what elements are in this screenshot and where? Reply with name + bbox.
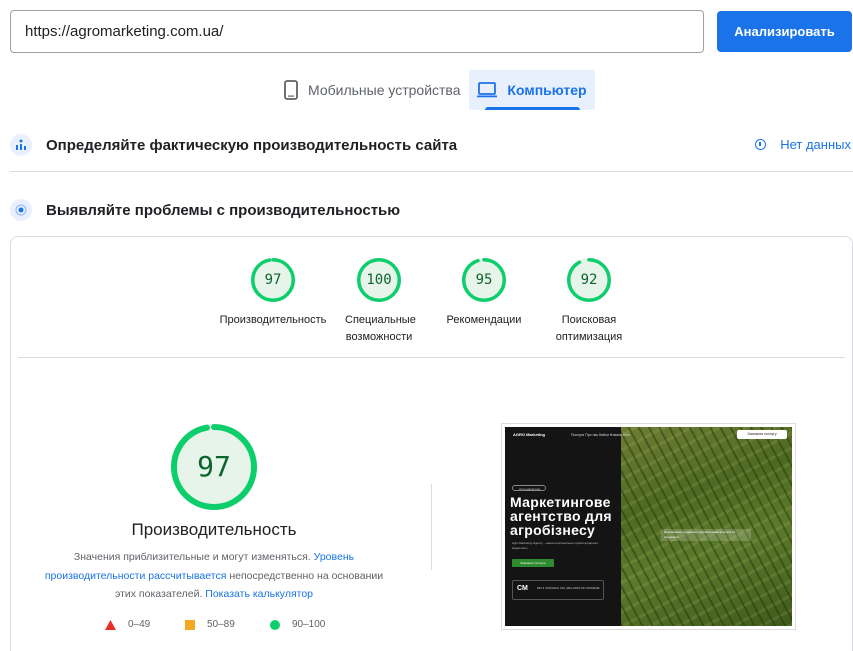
laptop-icon — [477, 82, 498, 98]
tab-mobile[interactable]: Мобильные устройства — [284, 70, 464, 110]
screenshot-headline: Маркетингове агентство для агробізнесу — [510, 494, 612, 538]
performance-description: Значения приблизительные и могут изменят… — [40, 548, 388, 604]
screenshot-nav-button: Замовити послугу — [737, 430, 787, 439]
screenshot-nav: AGRO Marketing Послуги Про нас Кейси Нов… — [505, 427, 792, 443]
lab-data-icon — [10, 199, 32, 221]
screenshot-badge-text: MH 3 VISCHIKU CM, MILLIONS OF UKRAINE — [537, 586, 600, 590]
analyze-button[interactable]: Анализировать — [717, 11, 852, 52]
field-data-title: Определяйте фактическую производительнос… — [46, 136, 458, 154]
no-data-label: Нет данных — [780, 137, 851, 152]
desc-text: Значения приблизительные и могут изменят… — [73, 551, 314, 563]
triangle-icon — [105, 619, 116, 630]
score-value: 92 — [580, 272, 598, 288]
tab-mobile-label: Мобильные устройства — [308, 82, 461, 98]
info-icon — [755, 139, 767, 150]
url-input[interactable] — [10, 10, 704, 53]
score-gauge-seo[interactable]: 92 Поисковая оптимизация — [529, 258, 649, 346]
lab-data-section[interactable]: Выявляйте проблемы с производительностью — [10, 192, 853, 228]
vertical-divider — [431, 484, 432, 570]
score-label: Поисковая оптимизация — [555, 314, 623, 343]
show-calculator-link[interactable]: Показать калькулятор — [205, 588, 313, 600]
legend-fail: 0–49 — [105, 619, 150, 630]
score-value: 95 — [475, 272, 493, 288]
square-icon — [185, 619, 195, 630]
lab-data-title: Выявляйте проблемы с производительностью — [46, 201, 401, 219]
screenshot-subtext: Agro Marketing Agency – ваша персональна… — [512, 541, 599, 550]
card-divider — [18, 357, 845, 358]
smartphone-icon — [284, 80, 298, 100]
circle-icon — [270, 619, 280, 630]
screenshot-logo: AGRO Marketing — [513, 432, 546, 437]
tab-selected-indicator — [485, 107, 580, 110]
field-data-section[interactable]: Определяйте фактическую производительнос… — [10, 127, 853, 163]
legend-range: 50–89 — [207, 619, 235, 630]
field-data-icon — [10, 134, 32, 156]
screenshot-badge-logo: CM — [517, 585, 528, 592]
tab-desktop-label: Компьютер — [507, 82, 587, 98]
screenshot-nav-links: Послуги Про нас Кейси Новини Блог — [571, 433, 631, 437]
legend-range: 90–100 — [292, 619, 326, 630]
legend-pass: 90–100 — [270, 619, 325, 630]
score-label: Специальные возможности — [345, 314, 416, 343]
score-gauge-best-practices[interactable]: 95 Рекомендации — [424, 258, 544, 329]
legend-range: 0–49 — [128, 619, 151, 630]
score-value: 97 — [264, 272, 282, 288]
score-label: Рекомендации — [446, 314, 522, 326]
page-screenshot[interactable]: AGRO Marketing Послуги Про нас Кейси Нов… — [505, 427, 792, 626]
section-divider — [10, 171, 853, 172]
score-label: Производительность — [219, 314, 327, 326]
score-gauge-performance[interactable]: 97 Производительность — [213, 258, 333, 329]
score-gauge-accessibility[interactable]: 100 Специальные возможности — [319, 258, 439, 346]
screenshot-pill: Агро-маркетинг — [512, 485, 546, 491]
screenshot-cta-button: Замовити послуги — [512, 559, 554, 567]
score-value: 100 — [366, 272, 392, 288]
performance-title: Производительность — [131, 520, 297, 539]
screenshot-overlay-text: Допомагаємо аграрним підприємствам зрост… — [661, 529, 751, 541]
tab-desktop[interactable]: Компьютер — [469, 70, 595, 110]
legend-average: 50–89 — [185, 619, 235, 630]
no-data-link[interactable]: Нет данных — [755, 137, 851, 152]
performance-score: 97 — [197, 450, 231, 483]
